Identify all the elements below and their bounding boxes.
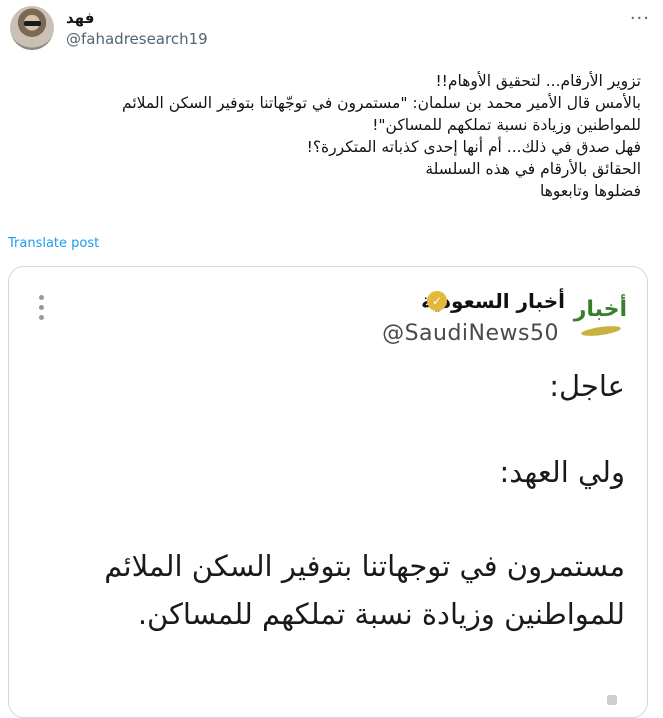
crown-prince-label: ولي العهد:: [499, 455, 625, 489]
tweet-line: تزوير الأرقام... لتحقيق الأوهام!!: [435, 72, 641, 90]
tweet-text: تزوير الأرقام... لتحقيق الأوهام!! بالأمس…: [41, 70, 641, 202]
author-name[interactable]: فهد: [66, 9, 94, 27]
tweet-line: الحقائق بالأرقام في هذه السلسلة: [425, 160, 641, 178]
logo-text: أخبار: [573, 297, 627, 322]
tweet-line: فهل صدق في ذلك... أم أنها إحدى كذباته ال…: [306, 138, 641, 156]
leaf-icon: [580, 324, 622, 338]
tweet-header: فهد @fahadresearch19 ···: [10, 6, 650, 54]
urgent-label: عاجل:: [549, 369, 625, 403]
avatar-glasses: [24, 21, 41, 26]
tweet-line: بالأمس قال الأمير محمد بن سلمان: "مستمرو…: [122, 94, 641, 112]
corner-icon: [607, 695, 617, 705]
ellipsis-horizontal-icon[interactable]: ···: [630, 8, 650, 29]
kebab-menu-icon[interactable]: [39, 295, 45, 323]
verified-badge-icon: ✓: [427, 291, 447, 311]
source-handle: @SaudiNews50: [382, 321, 559, 346]
source-logo: أخبار: [573, 291, 629, 341]
quote-line: مستمرون في توجهاتنا بتوفير السكن الملائم: [104, 549, 625, 583]
translate-post-link[interactable]: Translate post: [8, 236, 99, 251]
quote-line: للمواطنين وزيادة نسبة تملكهم للمساكن.: [137, 597, 625, 631]
media-card[interactable]: أخبار أخبار السعودية ✓ @SaudiNews50 عاجل…: [8, 266, 648, 718]
tweet-line: للمواطنين وزيادة نسبة تملكهم للمساكن"!: [372, 116, 641, 134]
author-handle[interactable]: @fahadresearch19: [66, 30, 208, 48]
tweet-line: فضلوها وتابعوها: [539, 182, 641, 200]
avatar[interactable]: [10, 6, 54, 50]
